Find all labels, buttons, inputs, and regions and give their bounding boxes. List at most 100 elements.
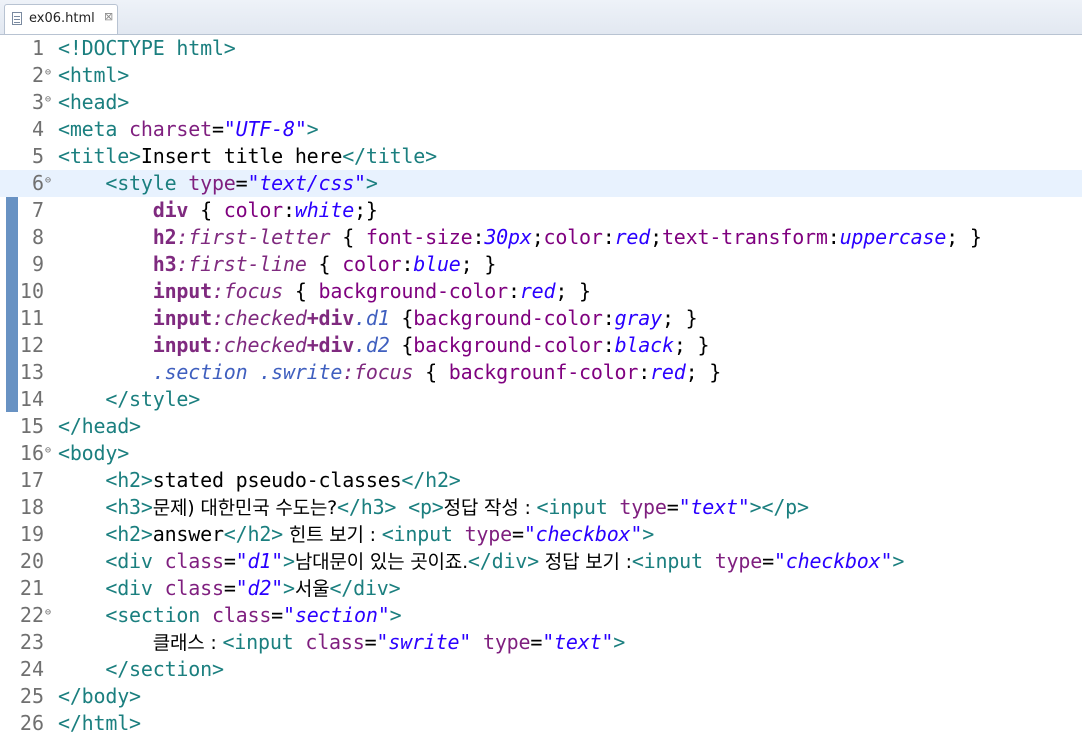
code-line[interactable]: 23 클래스 : <input class="swrite" type="tex… (0, 629, 1082, 656)
code-token: > (365, 171, 378, 195)
code-line[interactable]: 8 h2:first-letter { font-size:30px;color… (0, 224, 1082, 251)
code-line[interactable]: 4 <meta charset="UTF-8"> (0, 116, 1082, 143)
line-number: 9 (31, 252, 44, 276)
code-token: backgrounf-color (448, 360, 639, 384)
line-number: 24 (19, 657, 44, 681)
code-token: <input (222, 630, 306, 654)
line-number: 25 (19, 684, 44, 708)
fold-toggle-icon[interactable]: ⊖ (45, 175, 51, 187)
fold-toggle-icon[interactable]: ⊖ (45, 67, 51, 79)
code-token: <title> (58, 144, 141, 168)
code-text[interactable]: h3:first-line { color:blue; } (58, 251, 497, 278)
code-text[interactable]: <meta charset="UTF-8"> (58, 116, 319, 143)
code-text[interactable]: <h3>문제) 대한민국 수도는?</h3> <p>정답 작성 : <input… (58, 494, 809, 522)
code-token: <html> (58, 63, 130, 87)
code-line[interactable]: 22 ⊖ <section class="section"> (0, 602, 1082, 629)
fold-toggle-icon[interactable]: ⊖ (45, 94, 51, 106)
code-text[interactable]: <section class="section"> (58, 602, 401, 629)
line-number: 21 (19, 576, 44, 600)
line-number: 4 (31, 117, 44, 141)
code-line[interactable]: 3 ⊖ <head> (0, 89, 1082, 116)
code-token: : (602, 225, 615, 249)
code-token: = (235, 171, 248, 195)
line-number: 16 (19, 441, 44, 465)
code-line[interactable]: 11 input:checked+div.d1 {background-colo… (0, 305, 1082, 332)
code-line[interactable]: 25 </body> (0, 683, 1082, 710)
code-token: </html> (58, 711, 141, 735)
code-line[interactable]: 9 h3:first-line { color:blue; } (0, 251, 1082, 278)
code-line[interactable]: 18 <h3>문제) 대한민국 수도는?</h3> <p>정답 작성 : <in… (0, 494, 1082, 521)
code-text[interactable]: <div class="d2">서울</div> (58, 575, 400, 603)
code-token: uppercase (839, 225, 947, 249)
code-token: : (401, 252, 414, 276)
code-line[interactable]: 16 ⊖ <body> (0, 440, 1082, 467)
code-line[interactable]: 5 <title>Insert title here</title> (0, 143, 1082, 170)
code-text[interactable]: .section .swrite:focus { backgrounf-colo… (58, 359, 722, 386)
code-token: type (188, 171, 236, 195)
code-token: .d1 (354, 306, 390, 330)
code-token: type (464, 522, 513, 546)
close-tab-icon[interactable]: ⊠ (104, 10, 113, 23)
code-token: = (666, 495, 679, 519)
code-text[interactable]: <div class="d1">남대문이 있는 곳이죠.</div> 정답 보기… (58, 548, 904, 576)
code-text[interactable]: h2:first-letter { font-size:30px;color:r… (58, 224, 982, 251)
code-line[interactable]: 13 .section .swrite:focus { backgrounf-c… (0, 359, 1082, 386)
code-text[interactable]: </html> (58, 710, 141, 737)
code-text[interactable]: </section> (58, 656, 224, 683)
tab-filename[interactable]: ex06.html (29, 11, 95, 26)
code-token: <input (631, 549, 715, 573)
code-token: > (306, 117, 319, 141)
code-text[interactable]: input:focus { background-color:red; } (58, 278, 591, 305)
code-line[interactable]: 7 div { color:white;} (0, 197, 1082, 224)
code-text[interactable]: </head> (58, 413, 141, 440)
code-text[interactable]: <title>Insert title here</title> (58, 143, 437, 170)
code-text[interactable]: input:checked+div.d1 {background-color:g… (58, 305, 698, 332)
file-tab[interactable]: ex06.html ⊠ (4, 4, 118, 34)
code-editor[interactable]: 1 <!DOCTYPE html> 2 ⊖ <html> 3 ⊖ <head> 4 <meta c… (0, 35, 1082, 741)
code-text[interactable]: </body> (58, 683, 141, 710)
code-token: <div (105, 549, 165, 573)
code-token: class (164, 576, 224, 600)
code-line[interactable]: 20 <div class="d1">남대문이 있는 곳이죠.</div> 정답… (0, 548, 1082, 575)
code-line[interactable]: 21 <div class="d2">서울</div> (0, 575, 1082, 602)
code-text[interactable]: <style type="text/css"> (58, 170, 378, 197)
fold-toggle-icon[interactable]: ⊖ (45, 607, 51, 619)
code-token: = (223, 576, 236, 600)
code-token: ; } (946, 225, 982, 249)
code-line[interactable]: 10 input:focus { background-color:red; } (0, 278, 1082, 305)
line-number: 13 (19, 360, 44, 384)
code-line[interactable]: 19 <h2>answer</h2> 힌트 보기 : <input type="… (0, 521, 1082, 548)
fold-toggle-icon[interactable]: ⊖ (45, 445, 51, 457)
code-token: :first-letter (176, 225, 331, 249)
code-line[interactable]: 24 </section> (0, 656, 1082, 683)
code-token: 힌트 보기 : (283, 524, 382, 546)
code-line[interactable]: 1 <!DOCTYPE html> (0, 35, 1082, 62)
code-text[interactable]: <head> (58, 89, 129, 116)
code-text[interactable]: <body> (58, 440, 129, 467)
line-number: 8 (31, 225, 44, 249)
code-line[interactable]: 6 ⊖ <style type="text/css"> (0, 170, 1082, 197)
code-line[interactable]: 14 </style> (0, 386, 1082, 413)
code-line[interactable]: 2 ⊖ <html> (0, 62, 1082, 89)
code-token: <head> (58, 90, 130, 114)
code-token: { (389, 306, 414, 330)
code-line[interactable]: 17 <h2>stated pseudo-classes</h2> (0, 467, 1082, 494)
code-text[interactable]: <!DOCTYPE html> (58, 35, 236, 62)
code-line[interactable]: 12 input:checked+div.d2 {background-colo… (0, 332, 1082, 359)
code-text[interactable]: div { color:white;} (58, 197, 378, 224)
code-token: </section> (105, 657, 224, 681)
code-line[interactable]: 26 </html> (0, 710, 1082, 737)
code-token: > (283, 576, 295, 600)
code-text[interactable]: <h2>answer</h2> 힌트 보기 : <input type="che… (58, 521, 654, 549)
code-text[interactable]: 클래스 : <input class="swrite" type="text"> (58, 629, 626, 657)
code-token: <input (536, 495, 620, 519)
code-text[interactable]: </style> (58, 386, 200, 413)
code-text[interactable]: <html> (58, 62, 129, 89)
code-text[interactable]: <h2>stated pseudo-classes</h2> (58, 467, 460, 494)
code-text[interactable]: input:checked+div.d2 {background-color:b… (58, 332, 710, 359)
code-line[interactable]: 15 </head> (0, 413, 1082, 440)
